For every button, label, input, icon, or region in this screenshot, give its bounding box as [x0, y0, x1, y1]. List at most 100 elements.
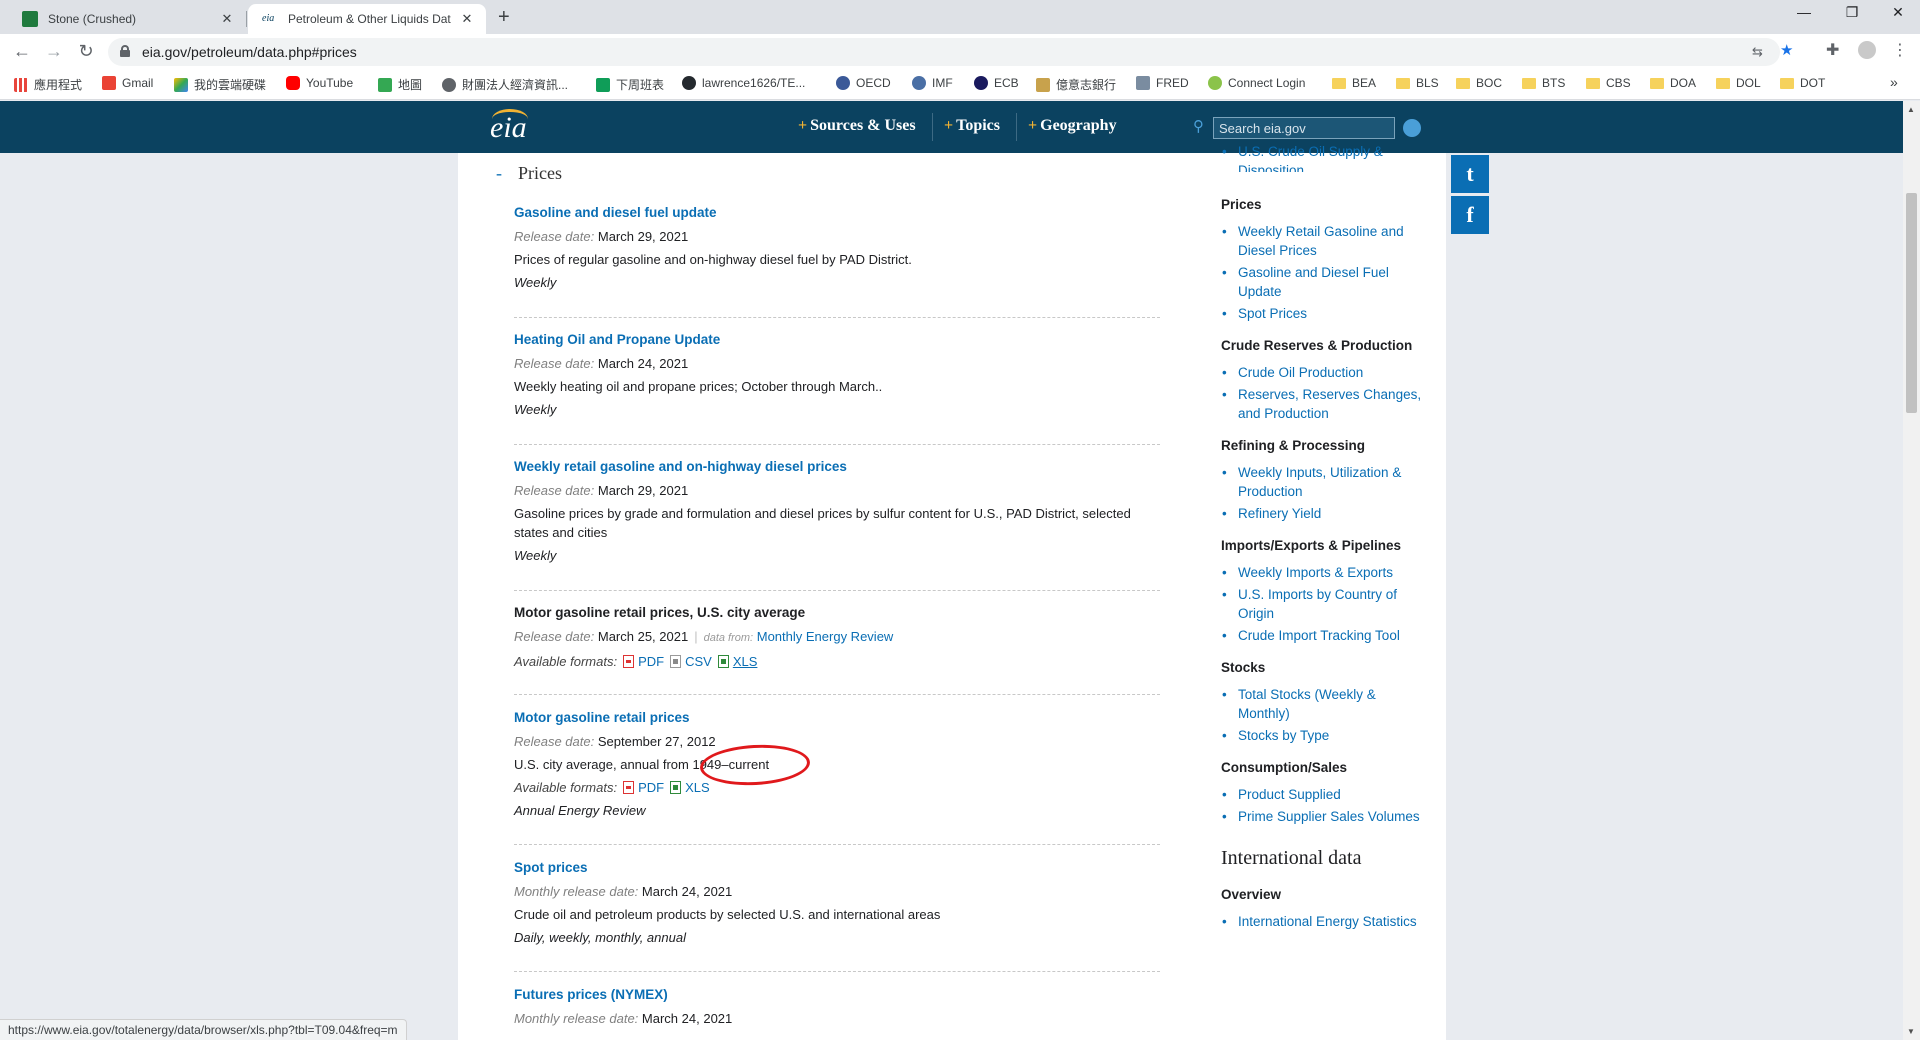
entry-title-link[interactable]: Motor gasoline retail prices: [514, 708, 1156, 728]
url-text[interactable]: eia.gov/petroleum/data.php#prices: [142, 44, 357, 60]
lock-icon[interactable]: [120, 45, 130, 57]
pdf-file-icon: [623, 655, 635, 668]
globe-icon: [442, 77, 456, 92]
collapse-toggle-icon[interactable]: -: [496, 163, 502, 183]
pdf-download-link[interactable]: PDF: [638, 654, 664, 669]
bookmark-folder-dot[interactable]: DOT: [1780, 76, 1825, 90]
tab-stone-crushed[interactable]: Stone (Crushed) ✕: [8, 4, 246, 34]
bookmark-drive[interactable]: 我的雲端硬碟: [174, 76, 266, 93]
monthly-energy-review-link[interactable]: Monthly Energy Review: [757, 629, 894, 644]
reload-button[interactable]: ↻: [74, 41, 98, 62]
restore-button[interactable]: ❐: [1830, 4, 1874, 21]
sidebar-link[interactable]: Weekly Imports & Exports: [1220, 563, 1425, 582]
youtube-icon: [286, 76, 300, 90]
sidebar-heading: Prices: [1221, 197, 1262, 212]
address-bar[interactable]: eia.gov/petroleum/data.php#prices ⇆ ★: [108, 38, 1793, 66]
tab-title: Petroleum & Other Liquids Dat: [288, 12, 451, 26]
bookmark-fred[interactable]: FRED: [1136, 76, 1189, 90]
sidebar-link[interactable]: Product Supplied: [1220, 785, 1425, 804]
forward-button[interactable]: →: [42, 41, 66, 62]
bookmark-folder-bts[interactable]: BTS: [1522, 76, 1565, 90]
minimize-button[interactable]: —: [1782, 4, 1826, 20]
bookmark-econ-info[interactable]: 財團法人經濟資訊...: [442, 76, 568, 93]
entry-title-link[interactable]: Gasoline and diesel fuel update: [514, 203, 1156, 223]
scroll-down-arrow-icon[interactable]: ▼: [1907, 1027, 1915, 1036]
data-entry: Heating Oil and Propane Update Release d…: [514, 330, 1156, 419]
back-button[interactable]: ←: [10, 41, 34, 62]
scroll-up-arrow-icon[interactable]: ▲: [1907, 105, 1915, 114]
sidebar-link[interactable]: Reserves, Reserves Changes, and Producti…: [1220, 385, 1425, 423]
sidebar-link[interactable]: Prime Supplier Sales Volumes: [1220, 807, 1425, 826]
eia-logo[interactable]: eia: [490, 109, 528, 145]
facebook-icon: f: [1466, 202, 1474, 227]
folder-icon: [1650, 77, 1664, 89]
sidebar-link[interactable]: U.S. Crude Oil Supply & Disposition: [1220, 142, 1425, 172]
sidebar-heading: Stocks: [1221, 660, 1266, 675]
bookmark-schedule[interactable]: 下周班表: [596, 76, 664, 93]
bookmark-folder-boc[interactable]: BOC: [1456, 76, 1502, 90]
more-bookmarks-button[interactable]: »: [1890, 74, 1898, 90]
bookmark-label: 下周班表: [616, 78, 665, 92]
scrollbar-thumb[interactable]: [1906, 193, 1917, 413]
sidebar-link[interactable]: Stocks by Type: [1220, 726, 1425, 745]
bookmark-apps[interactable]: 應用程式: [14, 76, 82, 93]
profile-avatar[interactable]: [1858, 41, 1876, 59]
pdf-download-link[interactable]: PDF: [638, 780, 664, 795]
bookmark-gmail[interactable]: Gmail: [102, 76, 153, 90]
sidebar-link[interactable]: International Energy Statistics: [1220, 912, 1425, 931]
bookmark-connect-login[interactable]: Connect Login: [1208, 76, 1305, 90]
sidebar-link[interactable]: U.S. Imports by Country of Origin: [1220, 585, 1425, 623]
menu-icon[interactable]: ⋮: [1892, 40, 1908, 60]
section-prices-title[interactable]: - Prices: [496, 163, 562, 184]
entry-title-link[interactable]: Spot prices: [514, 858, 1156, 878]
bookmark-folder-bea[interactable]: BEA: [1332, 76, 1376, 90]
new-tab-button[interactable]: +: [498, 6, 510, 29]
entry-title-link[interactable]: Heating Oil and Propane Update: [514, 330, 1156, 350]
sidebar-link[interactable]: Refinery Yield: [1220, 504, 1425, 523]
folder-icon: [1456, 77, 1470, 89]
xls-download-link[interactable]: XLS: [685, 780, 710, 795]
page-scrollbar[interactable]: ▲ ▼: [1903, 101, 1920, 1040]
bookmark-folder-cbs[interactable]: CBS: [1586, 76, 1631, 90]
sidebar-link[interactable]: Spot Prices: [1220, 304, 1425, 323]
bookmark-github[interactable]: lawrence1626/TE...: [682, 76, 805, 90]
entry-release: Release date: March 29, 2021: [514, 227, 1156, 246]
entry-title-link[interactable]: Futures prices (NYMEX): [514, 985, 1156, 1005]
sidebar-link[interactable]: Crude Import Tracking Tool: [1220, 626, 1425, 645]
site-search-input[interactable]: Search eia.gov: [1213, 117, 1395, 139]
bookmark-star-icon[interactable]: ★: [1780, 41, 1793, 59]
entry-divider: [514, 844, 1160, 845]
bookmark-maps[interactable]: 地圖: [378, 76, 422, 93]
close-icon[interactable]: ✕: [458, 11, 476, 27]
bookmark-folder-bls[interactable]: BLS: [1396, 76, 1439, 90]
twitter-share-button[interactable]: t: [1451, 155, 1489, 193]
bookmark-folder-dol[interactable]: DOL: [1716, 76, 1761, 90]
extensions-icon[interactable]: ✚: [1826, 40, 1839, 60]
translate-icon[interactable]: ⇆: [1752, 44, 1763, 60]
nav-geography[interactable]: + Geography: [1028, 117, 1117, 135]
close-icon[interactable]: ✕: [218, 11, 236, 27]
bookmark-oecd[interactable]: OECD: [836, 76, 891, 90]
close-window-button[interactable]: ✕: [1876, 4, 1920, 21]
search-submit-button[interactable]: [1403, 119, 1421, 137]
sidebar-link[interactable]: Weekly Retail Gasoline and Diesel Prices: [1220, 222, 1425, 260]
release-label: Release date:: [514, 629, 595, 644]
xls-download-link[interactable]: XLS: [733, 654, 758, 669]
facebook-share-button[interactable]: f: [1451, 196, 1489, 234]
sidebar-link[interactable]: Total Stocks (Weekly & Monthly): [1220, 685, 1425, 723]
csv-download-link[interactable]: CSV: [685, 654, 712, 669]
nav-topics[interactable]: + Topics: [944, 117, 1000, 135]
bookmark-youtube[interactable]: YouTube: [286, 76, 353, 90]
bookmark-folder-doa[interactable]: DOA: [1650, 76, 1696, 90]
bookmark-ecb[interactable]: ECB: [974, 76, 1019, 90]
nav-sources-uses[interactable]: + Sources & Uses: [798, 117, 916, 135]
sidebar-link[interactable]: Gasoline and Diesel Fuel Update: [1220, 263, 1425, 301]
bookmark-imf[interactable]: IMF: [912, 76, 953, 90]
bookmark-bank[interactable]: 億意志銀行: [1036, 76, 1116, 93]
github-icon: [682, 76, 696, 90]
nav-label: Geography: [1040, 117, 1117, 134]
tab-petroleum-data[interactable]: eia Petroleum & Other Liquids Dat ✕: [248, 4, 486, 34]
entry-title-link[interactable]: Weekly retail gasoline and on-highway di…: [514, 457, 1156, 477]
sidebar-link[interactable]: Weekly Inputs, Utilization & Production: [1220, 463, 1425, 501]
sidebar-link[interactable]: Crude Oil Production: [1220, 363, 1425, 382]
